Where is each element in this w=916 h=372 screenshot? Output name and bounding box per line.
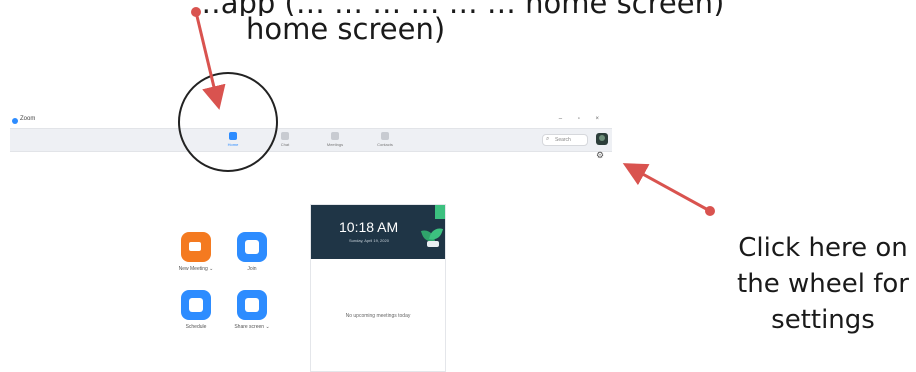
search-icon: ⌕: [546, 136, 550, 142]
highlight-circle: [178, 72, 278, 172]
caption-home-screen: home screen): [246, 12, 446, 46]
plus-icon: [237, 232, 267, 262]
tab-meetings[interactable]: Meetings: [318, 132, 352, 147]
tab-meetings-label: Meetings: [326, 142, 344, 147]
tab-contacts-label: Contacts: [377, 142, 393, 147]
plant-icon: [420, 225, 444, 247]
window-title: Zoom: [20, 116, 36, 122]
new-meeting-label: New Meeting ⌄: [178, 266, 214, 272]
gear-icon[interactable]: ⚙: [596, 151, 604, 160]
main-toolbar: Home Chat Meetings Contacts ⌕ Search: [10, 128, 612, 152]
current-time: 10:18 AM: [339, 219, 399, 235]
no-meetings-message: No upcoming meetings today: [345, 313, 411, 319]
caption-instruction-line1: Click here on: [738, 233, 908, 263]
contacts-icon: [381, 132, 389, 140]
upcoming-meetings-panel: 10:18 AM Sunday, April 19, 2020 No upcom…: [310, 204, 446, 372]
zoom-logo-icon: [12, 118, 18, 124]
schedule-label: Schedule: [185, 324, 207, 330]
tab-contacts[interactable]: Contacts: [368, 132, 402, 147]
share-screen-icon: [237, 290, 267, 320]
caption-top-line: …app (… … … … … … home screen): [0, 0, 916, 16]
caption-instruction-line2: the wheel for: [737, 269, 909, 299]
search-input[interactable]: ⌕ Search: [542, 134, 588, 146]
current-date: Sunday, April 19, 2020: [349, 238, 389, 243]
new-meeting-button[interactable]: New Meeting ⌄: [176, 232, 216, 272]
clock-icon: [331, 132, 339, 140]
share-screen-label: Share screen ⌄: [234, 324, 270, 330]
join-button[interactable]: Join: [232, 232, 272, 272]
share-screen-button[interactable]: Share screen ⌄: [232, 290, 272, 330]
window-title-bar: Zoom – ▫ ×: [8, 116, 612, 128]
schedule-button[interactable]: Schedule: [176, 290, 216, 330]
calendar-icon: [181, 290, 211, 320]
caption-instruction-line3: settings: [771, 305, 875, 335]
caption-instruction: Click here on the wheel for settings: [730, 230, 916, 338]
chat-icon: [281, 132, 289, 140]
decorative-corner: [435, 205, 445, 219]
arrow-to-settings: [622, 163, 715, 216]
join-label: Join: [247, 266, 257, 272]
avatar[interactable]: [596, 133, 608, 145]
search-placeholder: Search: [555, 137, 571, 143]
video-camera-icon: [181, 232, 211, 262]
panel-header: 10:18 AM Sunday, April 19, 2020: [311, 205, 445, 259]
window-controls[interactable]: – ▫ ×: [559, 116, 606, 122]
